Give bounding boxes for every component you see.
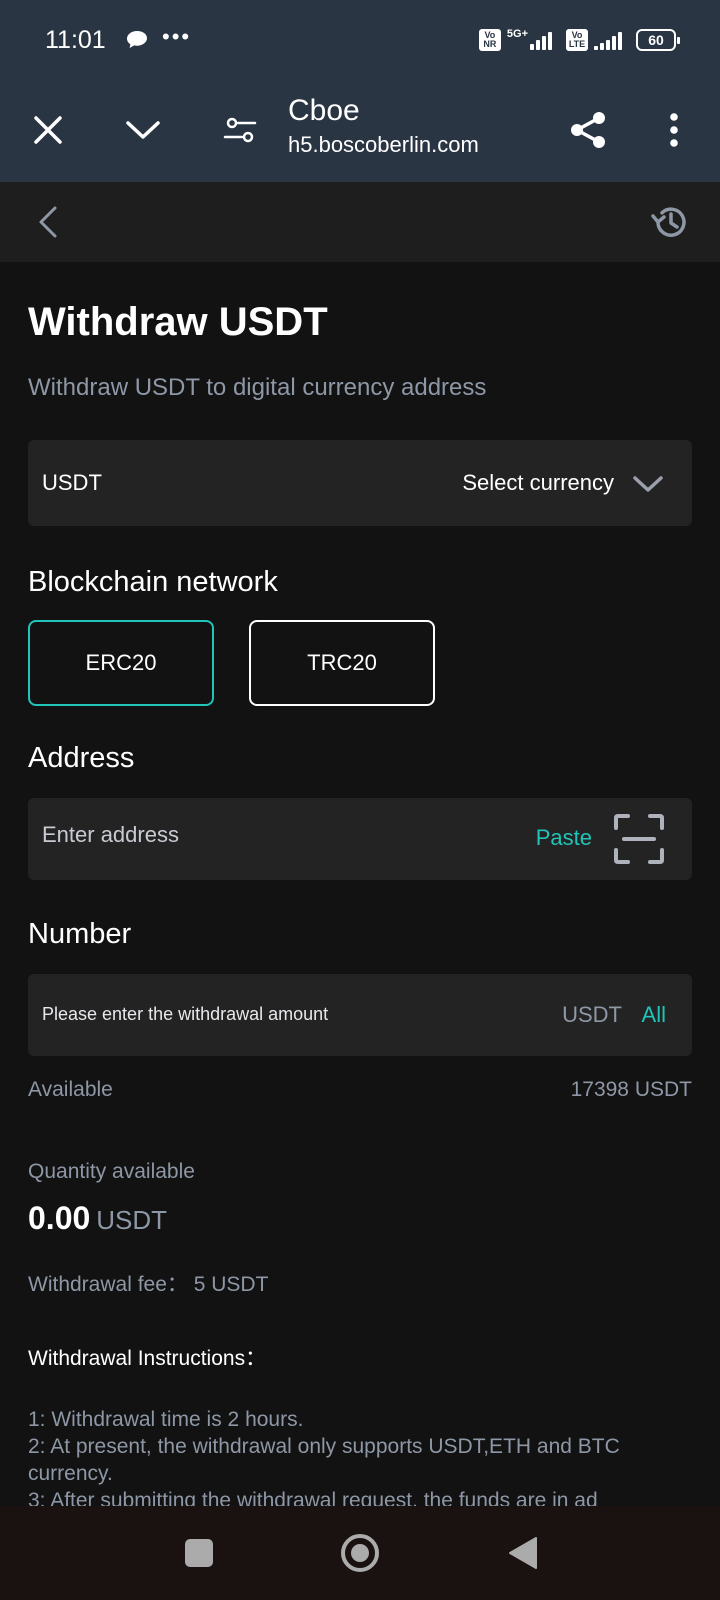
amount-unit: USDT: [562, 1002, 622, 1027]
amount-field: USDT All: [28, 974, 692, 1056]
chevron-down-icon: [628, 464, 668, 504]
available-value: 17398 USDT: [570, 1078, 692, 1101]
scan-qr-icon[interactable]: [612, 812, 666, 866]
withdrawal-fee: Withdrawal fee： 5 USDT: [28, 1273, 269, 1296]
message-icon: [126, 30, 148, 55]
currency-value: USDT: [42, 470, 102, 495]
back-icon[interactable]: [20, 194, 76, 250]
instructions-list: 1: Withdrawal time is 2 hours. 2: At pre…: [28, 1406, 698, 1506]
more-options-icon[interactable]: [646, 102, 702, 158]
history-icon[interactable]: [642, 194, 698, 250]
site-settings-icon[interactable]: [212, 102, 268, 158]
address-label: Address: [28, 742, 135, 774]
close-icon[interactable]: [20, 102, 76, 158]
quantity-available-label: Quantity available: [28, 1160, 195, 1183]
available-label: Available: [28, 1078, 113, 1101]
instruction-item: 2: At present, the withdrawal only suppo…: [28, 1435, 620, 1485]
all-button[interactable]: All: [642, 1002, 666, 1028]
select-currency-label: Select currency: [462, 470, 614, 495]
network-option-trc20[interactable]: TRC20: [249, 620, 435, 706]
home-button[interactable]: [337, 1530, 383, 1576]
network-type: 5G+: [506, 28, 528, 40]
number-label: Number: [28, 918, 132, 950]
more-notifications-icon: •••: [162, 24, 192, 49]
share-icon[interactable]: [560, 102, 616, 158]
network-option-erc20[interactable]: ERC20: [28, 620, 214, 706]
instructions-viewport[interactable]: 1: Withdrawal time is 2 hours. 2: At pre…: [0, 1380, 720, 1506]
signal-icon: [530, 30, 552, 50]
chevron-down-icon[interactable]: [115, 102, 171, 158]
quantity-available: 0.00 USDT: [28, 1200, 167, 1237]
page-title-tab: Cboe: [288, 94, 360, 127]
blockchain-network-label: Blockchain network: [28, 566, 278, 598]
status-bar: 11:01 ••• Vo NR 5G+ Vo LTE 60: [0, 0, 720, 80]
quantity-value: 0.00: [28, 1200, 91, 1236]
instruction-item: 3: After submitting the withdrawal reque…: [28, 1489, 598, 1506]
battery-icon: 60: [636, 29, 680, 51]
address-field: Paste: [28, 798, 692, 880]
url-text[interactable]: h5.boscoberlin.com: [288, 132, 479, 158]
address-input[interactable]: [42, 822, 482, 848]
recent-apps-button[interactable]: [176, 1530, 222, 1576]
amount-input[interactable]: [42, 1004, 462, 1025]
currency-selector[interactable]: USDT Select currency: [28, 440, 692, 526]
instruction-item: 1: Withdrawal time is 2 hours.: [28, 1408, 304, 1431]
page-title: Withdraw USDT: [28, 300, 328, 344]
page-subtitle: Withdraw USDT to digital currency addres…: [28, 374, 487, 401]
system-nav-bar: [0, 1506, 720, 1600]
signal-icon-2: [594, 30, 622, 50]
instructions-title: Withdrawal Instructions：: [28, 1347, 267, 1370]
status-time: 11:01: [45, 26, 106, 54]
quantity-unit: USDT: [96, 1205, 168, 1235]
volte-nr-badge: Vo NR: [478, 29, 501, 51]
browser-toolbar: Cboe h5.boscoberlin.com: [0, 80, 720, 182]
status-indicators: Vo NR 5G+ Vo LTE 60: [478, 26, 680, 54]
paste-button[interactable]: Paste: [536, 825, 592, 851]
app-header: [0, 182, 720, 262]
back-button[interactable]: [500, 1530, 546, 1576]
volte-lte-badge: Vo LTE: [566, 29, 588, 51]
